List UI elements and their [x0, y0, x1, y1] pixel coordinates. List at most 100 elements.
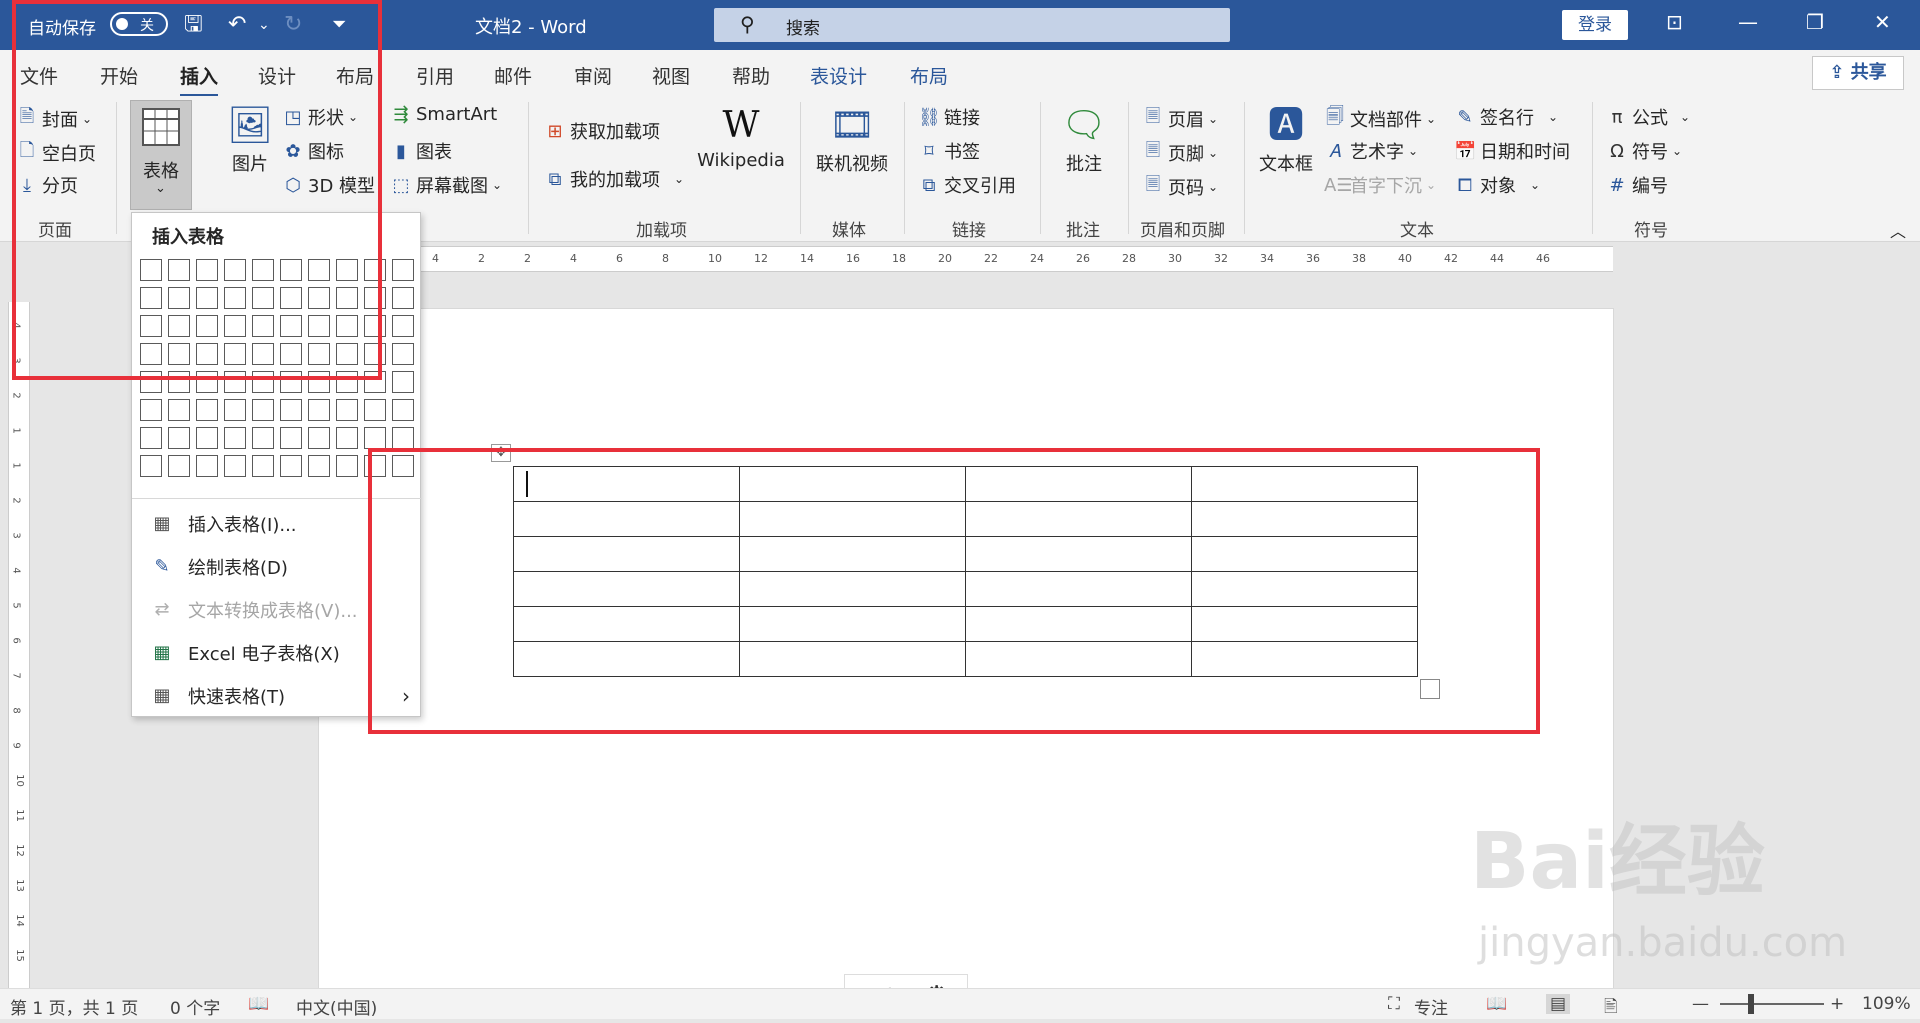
- zoom-in-icon[interactable]: +: [1830, 994, 1844, 1014]
- grid-cell[interactable]: [308, 399, 330, 421]
- comment-button[interactable]: 🗨 批注: [1054, 102, 1114, 176]
- zoom-level[interactable]: 109%: [1862, 994, 1911, 1014]
- grid-cell[interactable]: [196, 427, 218, 449]
- tab-view[interactable]: 视图: [652, 62, 690, 89]
- share-icon: ⇪: [1829, 62, 1851, 83]
- chart-button[interactable]: ▮ 图表: [390, 138, 452, 164]
- search-box[interactable]: ⚲ 搜索: [714, 8, 1230, 42]
- zoom-out-icon[interactable]: —: [1692, 994, 1709, 1014]
- cross-reference-button[interactable]: ⧉ 交叉引用: [918, 172, 1016, 198]
- link-icon: ⛓: [918, 106, 941, 128]
- zoom-slider-thumb[interactable]: [1748, 994, 1754, 1014]
- quick-parts-button[interactable]: 🗐 文档部件 ⌄: [1324, 104, 1436, 134]
- my-addins-button[interactable]: ⧉ 我的加载项 ⌄: [544, 166, 685, 192]
- grid-cell[interactable]: [392, 399, 414, 421]
- grid-cell[interactable]: [168, 399, 190, 421]
- grid-cell[interactable]: [392, 371, 414, 393]
- grid-cell[interactable]: [364, 399, 386, 421]
- grid-cell[interactable]: [196, 455, 218, 477]
- menu-excel-spreadsheet[interactable]: ▦ Excel 电子表格(X): [150, 640, 339, 666]
- tab-table-layout[interactable]: 布局: [910, 62, 948, 89]
- grid-cell[interactable]: [280, 455, 302, 477]
- restore-icon[interactable]: ❐: [1806, 10, 1824, 34]
- menu-quick-tables[interactable]: ▦ 快速表格(T) ›: [150, 683, 410, 709]
- signature-icon: ✎: [1457, 106, 1473, 128]
- drop-cap-button[interactable]: A☰ 首字下沉 ⌄: [1324, 172, 1436, 198]
- textbox-button[interactable]: 🅰 文本框: [1256, 102, 1316, 176]
- symbol-button[interactable]: Ω 符号 ⌄: [1606, 138, 1682, 164]
- grid-cell[interactable]: [280, 427, 302, 449]
- grid-cell[interactable]: [392, 427, 414, 449]
- grid-cell[interactable]: [252, 427, 274, 449]
- grid-cell[interactable]: [280, 399, 302, 421]
- smartart-button[interactable]: ⇶ SmartArt: [390, 104, 497, 125]
- language[interactable]: 中文(中国): [296, 994, 377, 1019]
- grid-cell[interactable]: [336, 427, 358, 449]
- tab-references[interactable]: 引用: [416, 62, 454, 89]
- screenshot-icon: ⬚: [392, 174, 410, 196]
- print-layout-icon[interactable]: ▤: [1546, 994, 1571, 1014]
- grid-cell[interactable]: [392, 259, 414, 281]
- login-button[interactable]: 登录: [1562, 10, 1628, 40]
- date-time-button[interactable]: 📅 日期和时间: [1454, 138, 1570, 164]
- footer-button[interactable]: 🗏 页脚 ⌄: [1142, 138, 1218, 168]
- share-button[interactable]: ⇪ 共享: [1812, 56, 1904, 90]
- menu-convert-text-to-table[interactable]: ⇄ 文本转换成表格(V)...: [150, 597, 357, 623]
- grid-cell[interactable]: [140, 455, 162, 477]
- ruler-tick: 44: [1490, 252, 1504, 265]
- grid-cell[interactable]: [252, 399, 274, 421]
- wikipedia-button[interactable]: W Wikipedia: [696, 102, 786, 171]
- grid-cell[interactable]: [336, 399, 358, 421]
- vertical-ruler[interactable]: 4 3 2 1 1 2 3 4 5 6 7 8 9 10 11 12 13 14 15: [8, 302, 30, 990]
- wordart-button[interactable]: 𝐴 艺术字 ⌄: [1324, 138, 1418, 164]
- tab-review[interactable]: 审阅: [574, 62, 612, 89]
- page-number-button[interactable]: 🗏 页码 ⌄: [1142, 172, 1218, 202]
- page-count[interactable]: 第 1 页，共 1 页: [10, 994, 138, 1019]
- word-count[interactable]: 0 个字: [170, 994, 220, 1019]
- grid-cell[interactable]: [140, 427, 162, 449]
- minimize-icon[interactable]: —: [1738, 10, 1758, 34]
- collapse-ribbon-icon[interactable]: ︿: [1890, 218, 1906, 242]
- grid-cell[interactable]: [224, 427, 246, 449]
- screenshot-button[interactable]: ⬚ 屏幕截图 ⌄: [390, 172, 502, 198]
- grid-cell[interactable]: [196, 399, 218, 421]
- close-icon[interactable]: ✕: [1874, 10, 1891, 34]
- grid-cell[interactable]: [168, 455, 190, 477]
- grid-cell[interactable]: [364, 427, 386, 449]
- quick-parts-label: 文档部件: [1350, 110, 1422, 131]
- grid-cell[interactable]: [140, 399, 162, 421]
- ribbon-display-icon[interactable]: ⊡: [1666, 10, 1683, 34]
- bookmark-button[interactable]: ⌑ 书签: [918, 138, 980, 164]
- tab-table-design[interactable]: 表设计: [810, 62, 867, 89]
- get-addins-button[interactable]: ⊞ 获取加载项: [544, 118, 660, 144]
- grid-cell[interactable]: [392, 343, 414, 365]
- signature-line-button[interactable]: ✎ 签名行 ⌄: [1454, 104, 1558, 130]
- grid-cell[interactable]: [168, 427, 190, 449]
- grid-cell[interactable]: [224, 399, 246, 421]
- grid-cell[interactable]: [224, 455, 246, 477]
- header-button[interactable]: 🗏 页眉 ⌄: [1142, 104, 1218, 134]
- online-video-button[interactable]: 🎞 联机视频: [812, 102, 892, 176]
- proofing-icon[interactable]: 📖: [248, 994, 269, 1014]
- focus-label[interactable]: 专注: [1414, 994, 1448, 1019]
- link-button[interactable]: ⛓ 链接: [918, 104, 980, 130]
- read-mode-icon[interactable]: 📖: [1486, 994, 1507, 1014]
- grid-cell[interactable]: [252, 455, 274, 477]
- tab-mailings[interactable]: 邮件: [494, 62, 532, 89]
- grid-cell[interactable]: [392, 287, 414, 309]
- grid-cell[interactable]: [392, 315, 414, 337]
- menu-insert-table[interactable]: ▦ 插入表格(I)...: [150, 511, 296, 537]
- menu-draw-table[interactable]: ✎ 绘制表格(D): [150, 554, 287, 580]
- number-button[interactable]: # 编号: [1606, 172, 1668, 198]
- focus-icon[interactable]: ⛶: [1388, 994, 1400, 1014]
- zoom-slider[interactable]: [1720, 1003, 1824, 1005]
- grid-cell[interactable]: [308, 455, 330, 477]
- ruler-tick: 8: [10, 707, 22, 714]
- footer-label: 页脚: [1168, 144, 1204, 165]
- grid-cell[interactable]: [308, 427, 330, 449]
- horizontal-ruler[interactable]: 4 2 2 4 6 8 10 12 14 16 18 20 22 24 26 28 30 32 34 36 38 40 42…: [420, 246, 1613, 272]
- tab-help[interactable]: 帮助: [732, 62, 770, 89]
- grid-cell[interactable]: [336, 455, 358, 477]
- object-button[interactable]: ⧠ 对象 ⌄: [1454, 172, 1540, 198]
- equation-button[interactable]: π 公式 ⌄: [1606, 104, 1690, 130]
